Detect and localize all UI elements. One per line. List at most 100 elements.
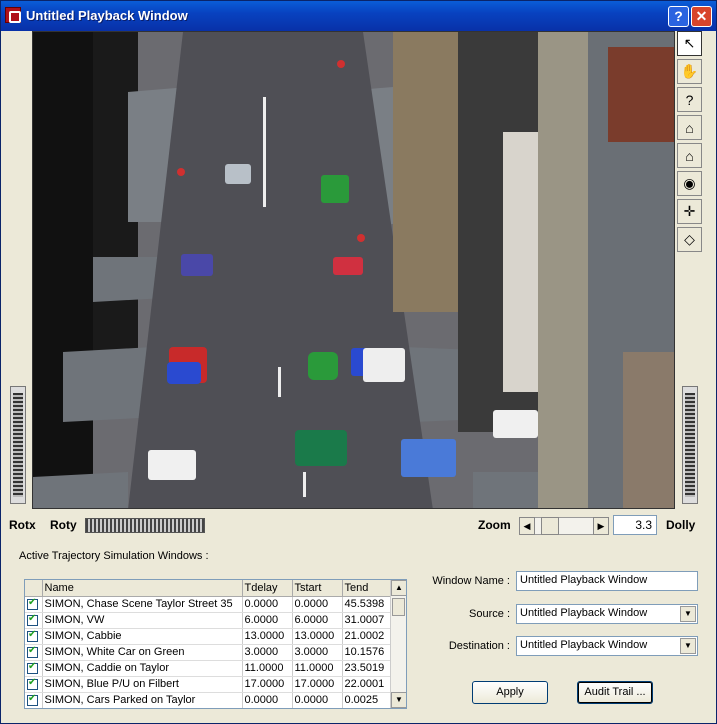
row-checkbox[interactable]	[27, 597, 38, 610]
cell-tdelay: 0.0000	[242, 692, 293, 708]
street-scene-render	[33, 32, 674, 508]
trajectory-table: Name Tdelay Tstart Tend SIMON, Chase Sce…	[25, 580, 392, 708]
table-row[interactable]: SIMON, VW 6.0000 6.0000 31.0007	[25, 612, 392, 629]
app-icon	[5, 7, 21, 23]
dolly-label: Dolly	[666, 518, 696, 532]
row-checkbox[interactable]	[27, 645, 38, 658]
destination-label: Destination :	[448, 640, 510, 652]
eye-icon[interactable]: ◉	[677, 171, 702, 196]
zoom-value-field[interactable]: 3.3	[613, 515, 657, 535]
cell-tdelay: 11.0000	[242, 660, 293, 677]
cell-tstart: 6.0000	[292, 612, 343, 629]
roty-label: Roty	[50, 518, 77, 532]
title-bar[interactable]: Untitled Playback Window ? ✕	[1, 1, 716, 31]
window-name-label: Window Name :	[432, 575, 510, 587]
cell-tstart: 17.0000	[292, 676, 343, 693]
cell-tstart: 3.0000	[292, 644, 343, 661]
trajectory-section-label: Active Trajectory Simulation Windows :	[19, 550, 209, 562]
row-checkbox[interactable]	[27, 677, 38, 690]
cell-name: SIMON, White Car on Green	[42, 644, 243, 661]
row-checkbox-cell	[25, 612, 43, 629]
rotx-slider[interactable]	[10, 386, 26, 504]
row-checkbox-cell	[25, 644, 43, 661]
column-header-check	[25, 580, 43, 597]
table-row[interactable]: SIMON, Cars Parked on Taylor 0.0000 0.00…	[25, 692, 392, 708]
cell-name: SIMON, VW	[42, 612, 243, 629]
hand-pan-icon[interactable]: ✋	[677, 59, 702, 84]
3d-scene-viewport[interactable]	[32, 31, 675, 509]
row-checkbox-cell	[25, 660, 43, 677]
cell-tend: 23.5019	[342, 660, 392, 677]
row-checkbox-cell	[25, 676, 43, 693]
question-icon[interactable]: ?	[677, 87, 702, 112]
row-checkbox[interactable]	[27, 629, 38, 642]
table-row[interactable]: SIMON, Cabbie 13.0000 13.0000 21.0002	[25, 628, 392, 645]
table-row[interactable]: SIMON, Chase Scene Taylor Street 35 0.00…	[25, 596, 392, 613]
row-checkbox-cell	[25, 628, 43, 645]
close-button[interactable]: ✕	[691, 6, 712, 27]
trajectory-grid: Name Tdelay Tstart Tend SIMON, Chase Sce…	[24, 579, 407, 709]
cell-tstart: 0.0000	[292, 692, 343, 708]
zoom-left-arrow-icon[interactable]: ◀	[519, 517, 535, 535]
cell-name: SIMON, Cars Parked on Taylor	[42, 692, 243, 708]
cell-tstart: 11.0000	[292, 660, 343, 677]
source-select[interactable]: Untitled Playback Window ▼	[516, 604, 698, 624]
chevron-down-icon[interactable]: ▼	[680, 638, 696, 654]
row-checkbox[interactable]	[27, 661, 38, 674]
home-set-icon[interactable]: ⌂	[677, 143, 702, 168]
destination-selected-value: Untitled Playback Window	[520, 639, 648, 651]
row-checkbox[interactable]	[27, 693, 38, 706]
cell-tend: 21.0002	[342, 628, 392, 645]
column-header-name[interactable]: Name	[42, 580, 243, 597]
cell-name: SIMON, Cabbie	[42, 628, 243, 645]
playback-window: Untitled Playback Window ? ✕ ↖ ✋ ? ⌂ ⌂ ◉…	[0, 0, 717, 724]
cell-tstart: 13.0000	[292, 628, 343, 645]
zoom-right-arrow-icon[interactable]: ▶	[593, 517, 609, 535]
row-checkbox-cell	[25, 692, 43, 708]
cell-tend: 31.0007	[342, 612, 392, 629]
source-selected-value: Untitled Playback Window	[520, 607, 648, 619]
column-header-tstart[interactable]: Tstart	[292, 580, 343, 597]
arrow-pointer-icon[interactable]: ↖	[677, 31, 702, 56]
help-button[interactable]: ?	[668, 6, 689, 27]
rotx-slider-grip[interactable]	[13, 393, 23, 497]
window-name-input[interactable]: Untitled Playback Window	[516, 571, 698, 591]
cell-tend: 0.0025	[342, 692, 392, 708]
cell-tdelay: 17.0000	[242, 676, 293, 693]
dolly-slider-grip[interactable]	[685, 393, 695, 497]
cell-name: SIMON, Blue P/U on Filbert	[42, 676, 243, 693]
table-row[interactable]: SIMON, Blue P/U on Filbert 17.0000 17.00…	[25, 676, 392, 693]
cell-name: SIMON, Caddie on Taylor	[42, 660, 243, 677]
roty-slider[interactable]	[85, 518, 205, 533]
table-row[interactable]: SIMON, Caddie on Taylor 11.0000 11.0000 …	[25, 660, 392, 677]
column-header-tend[interactable]: Tend	[342, 580, 392, 597]
cell-tdelay: 0.0000	[242, 596, 293, 613]
cell-tdelay: 6.0000	[242, 612, 293, 629]
cell-tend: 10.1576	[342, 644, 392, 661]
cell-tend: 22.0001	[342, 676, 392, 693]
row-checkbox[interactable]	[27, 613, 38, 626]
audit-trail-button[interactable]: Audit Trail ...	[577, 681, 653, 704]
cell-tdelay: 3.0000	[242, 644, 293, 661]
cell-name: SIMON, Chase Scene Taylor Street 35	[42, 596, 243, 613]
chevron-down-icon[interactable]: ▼	[680, 606, 696, 622]
scroll-down-icon[interactable]: ▼	[391, 692, 406, 708]
dolly-slider[interactable]	[682, 386, 698, 504]
zoom-label: Zoom	[478, 518, 511, 532]
table-header-row: Name Tdelay Tstart Tend	[25, 580, 392, 597]
column-header-tdelay[interactable]: Tdelay	[242, 580, 293, 597]
source-label: Source :	[469, 608, 510, 620]
apply-button[interactable]: Apply	[472, 681, 548, 704]
cell-tstart: 0.0000	[292, 596, 343, 613]
row-checkbox-cell	[25, 596, 43, 613]
window-title: Untitled Playback Window	[26, 8, 188, 23]
cell-tdelay: 13.0000	[242, 628, 293, 645]
destination-select[interactable]: Untitled Playback Window ▼	[516, 636, 698, 656]
home-icon[interactable]: ⌂	[677, 115, 702, 140]
rotx-label: Rotx	[9, 518, 36, 532]
table-row[interactable]: SIMON, White Car on Green 3.0000 3.0000 …	[25, 644, 392, 661]
tool-palette: ↖ ✋ ? ⌂ ⌂ ◉ ✛ ◇	[677, 31, 704, 257]
perspective-icon[interactable]: ◇	[677, 227, 702, 252]
crosshair-icon[interactable]: ✛	[677, 199, 702, 224]
zoom-slider-thumb[interactable]	[541, 517, 559, 535]
